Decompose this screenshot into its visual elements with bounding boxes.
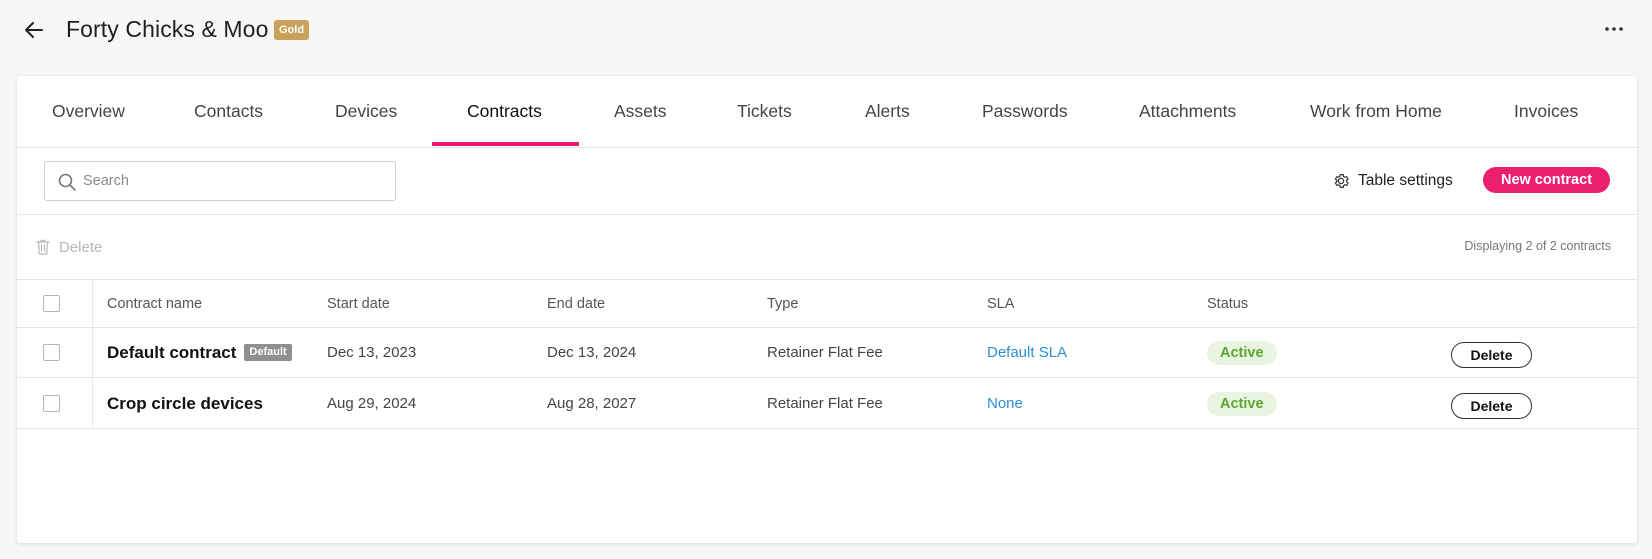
page-title: Forty Chicks & Moo xyxy=(66,16,269,42)
table-settings-label: Table settings xyxy=(1358,172,1453,189)
more-options-button[interactable] xyxy=(1600,17,1628,41)
tab-assets[interactable]: Assets xyxy=(614,76,667,148)
column-header-status[interactable]: Status xyxy=(1207,280,1248,328)
column-header-sla[interactable]: SLA xyxy=(987,280,1014,328)
end-date-cell: Aug 28, 2027 xyxy=(547,395,637,412)
tab-contracts[interactable]: Contracts xyxy=(467,76,542,148)
sla-link[interactable]: Default SLA xyxy=(987,328,1067,378)
select-all-cell xyxy=(17,280,93,327)
select-all-checkbox[interactable] xyxy=(43,295,60,312)
row-checkbox[interactable] xyxy=(43,395,60,412)
back-button[interactable] xyxy=(22,18,46,42)
display-count: Displaying 2 of 2 contracts xyxy=(1464,239,1611,253)
contracts-card: Overview Contacts Devices Contracts Asse… xyxy=(17,76,1637,543)
toolbar: Table settings New contract xyxy=(17,148,1637,215)
row-checkbox[interactable] xyxy=(43,344,60,361)
row-delete-button[interactable]: Delete xyxy=(1451,342,1532,368)
tab-passwords[interactable]: Passwords xyxy=(982,76,1068,148)
more-horizontal-icon xyxy=(1605,27,1623,31)
contract-name-cell[interactable]: Crop circle devices xyxy=(107,379,263,429)
table-row: Crop circle devices Aug 29, 2024 Aug 28,… xyxy=(17,379,1637,429)
status-cell: Active xyxy=(1207,379,1277,429)
active-tab-indicator xyxy=(432,142,579,146)
tab-overview[interactable]: Overview xyxy=(52,76,125,148)
column-header-contract-name[interactable]: Contract name xyxy=(107,280,202,328)
tab-tickets[interactable]: Tickets xyxy=(737,76,792,148)
tier-badge: Gold xyxy=(274,20,310,40)
gear-icon xyxy=(1334,174,1349,188)
default-tag: Default xyxy=(244,343,292,361)
tab-work-from-home[interactable]: Work from Home xyxy=(1310,76,1442,148)
row-select-cell xyxy=(17,379,93,428)
search-box xyxy=(44,161,396,201)
type-cell: Retainer Flat Fee xyxy=(767,395,883,412)
row-delete-button[interactable]: Delete xyxy=(1451,393,1532,419)
bulk-delete-button[interactable]: Delete xyxy=(35,235,102,259)
status-badge: Active xyxy=(1207,392,1277,417)
top-bar: Forty Chicks & Moo Gold xyxy=(0,0,1652,62)
column-header-type[interactable]: Type xyxy=(767,280,798,328)
contract-name-cell[interactable]: Default contract Default xyxy=(107,328,292,378)
row-select-cell xyxy=(17,328,93,377)
arrow-left-icon xyxy=(25,22,43,38)
search-input[interactable] xyxy=(83,168,383,194)
new-contract-button[interactable]: New contract xyxy=(1483,167,1610,193)
tab-contacts[interactable]: Contacts xyxy=(194,76,263,148)
status-badge: Active xyxy=(1207,341,1277,366)
table-settings-button[interactable]: Table settings xyxy=(1332,168,1453,194)
start-date-cell: Dec 13, 2023 xyxy=(327,344,417,361)
column-header-start-date[interactable]: Start date xyxy=(327,280,390,328)
status-cell: Active xyxy=(1207,328,1277,378)
bulk-action-bar: Delete Displaying 2 of 2 contracts xyxy=(17,215,1637,280)
table-row: Default contract Default Dec 13, 2023 Dec… xyxy=(17,328,1637,378)
search-icon xyxy=(58,173,76,191)
tab-devices[interactable]: Devices xyxy=(335,76,397,148)
sla-link[interactable]: None xyxy=(987,379,1023,429)
start-date-cell: Aug 29, 2024 xyxy=(327,395,417,412)
contract-name: Default contract xyxy=(107,343,237,362)
trash-icon xyxy=(36,239,50,255)
tab-bar: Overview Contacts Devices Contracts Asse… xyxy=(17,76,1637,148)
tab-attachments[interactable]: Attachments xyxy=(1139,76,1236,148)
type-cell: Retainer Flat Fee xyxy=(767,344,883,361)
contract-name: Crop circle devices xyxy=(107,394,263,413)
bulk-delete-label: Delete xyxy=(59,238,103,256)
table-header: Contract name Start date End date Type S… xyxy=(17,280,1637,328)
end-date-cell: Dec 13, 2024 xyxy=(547,344,637,361)
tab-alerts[interactable]: Alerts xyxy=(865,76,910,148)
tab-invoices[interactable]: Invoices xyxy=(1514,76,1578,148)
column-header-end-date[interactable]: End date xyxy=(547,280,605,328)
